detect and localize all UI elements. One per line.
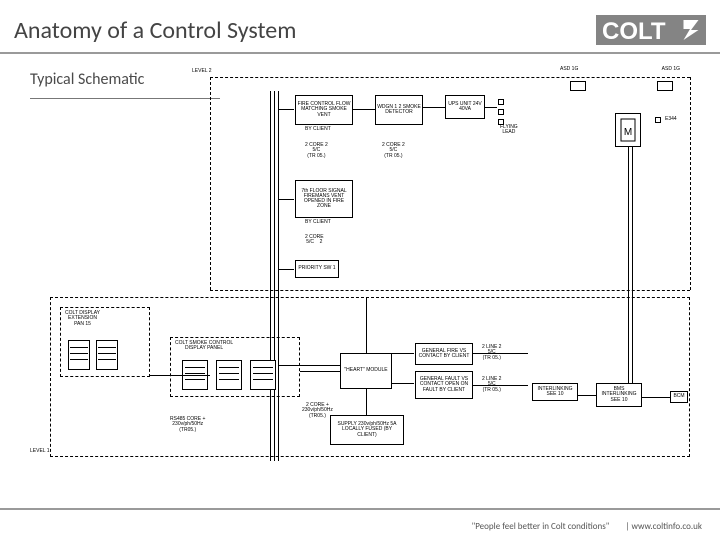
lbl-core-1: 2 CORE 2 5/C (TR 05.) xyxy=(305,143,328,159)
bcm-box: BCM xyxy=(670,391,688,403)
footer-tagline: "People feel better in Colt conditions" xyxy=(472,521,610,532)
logo-text: COLT xyxy=(602,18,666,45)
schematic-diagram: LEVEL 2 LEVEL 1 ASD 1G ASD 1G FIRE CONTR… xyxy=(200,65,700,485)
box-7th-floor: 7th FLOOR SIGNAL FIREMANS VENT OPENED IN… xyxy=(295,180,353,218)
display-ext-label: COLT DISPLAY EXTENSION PAN 15 xyxy=(65,311,100,327)
box-actuator: M xyxy=(615,113,641,147)
lbl-by-client-1: BY CLIENT xyxy=(305,127,331,132)
svg-text:M: M xyxy=(624,127,632,138)
box-priority: PRIORITY SW 1 xyxy=(295,260,339,278)
footer-url: | www.coltinfo.co.uk xyxy=(625,521,702,532)
lbl-by-client-2: BY CLIENT xyxy=(305,220,331,225)
supply-box: SUPPLY 230v/ph/50Hz 5A LOCALLY FUSED (BY… xyxy=(330,415,404,445)
asd-right: ASD 1G xyxy=(662,67,680,72)
box-fire-control: FIRE CONTROL FLOW MATCHING SMOKE VENT xyxy=(295,95,353,125)
bottom-lbl-mid: 2 CORE + 230v/ph/50Hz (TR05.) xyxy=(302,403,333,419)
general-fault-box: GENERAL FAULT VS CONTACT OPEN ON FAULT B… xyxy=(415,371,473,399)
footer-divider xyxy=(0,508,720,510)
footer: "People feel better in Colt conditions" … xyxy=(472,521,702,532)
asd-left: ASD 1G xyxy=(560,67,578,72)
brand-logo: COLT xyxy=(596,15,706,45)
header-divider xyxy=(0,52,720,54)
box-smoke-det: WDGN 1 2 SMOKE DETECTOR xyxy=(375,95,423,125)
lbl-flying-lead: FLYING LEAD xyxy=(500,125,518,136)
smoke-panel-label: COLT SMOKE CONTROL DISPLAY PANEL xyxy=(175,341,233,352)
subtitle-underline xyxy=(30,98,220,99)
subtitle: Typical Schematic xyxy=(30,70,144,89)
frame-label-bl: LEVEL 1 xyxy=(30,449,50,454)
interlink-a: INTERLINKING SEE 10 xyxy=(532,383,578,401)
bottom-lbl-left: RS485 CORE + 230v/ph/50Hz (TR05.) xyxy=(170,417,205,433)
lbl-core-3: 2 CORE 5/C 2 xyxy=(305,235,324,246)
heart-module: "HEART" MODULE xyxy=(340,353,392,389)
box-ups: UPS UNIT 24V 40VA xyxy=(445,95,485,119)
lbl-core-2: 2 CORE 2 5/C (TR 05.) xyxy=(382,143,405,159)
general-fire-box: GENERAL FIRE VS CONTACT BY CLIENT xyxy=(415,343,473,365)
interlink-b: BMS INTERLINKING SEE 10 xyxy=(596,383,642,407)
page-title: Anatomy of a Control System xyxy=(14,16,296,45)
frame-label-tl: LEVEL 2 xyxy=(192,69,212,74)
